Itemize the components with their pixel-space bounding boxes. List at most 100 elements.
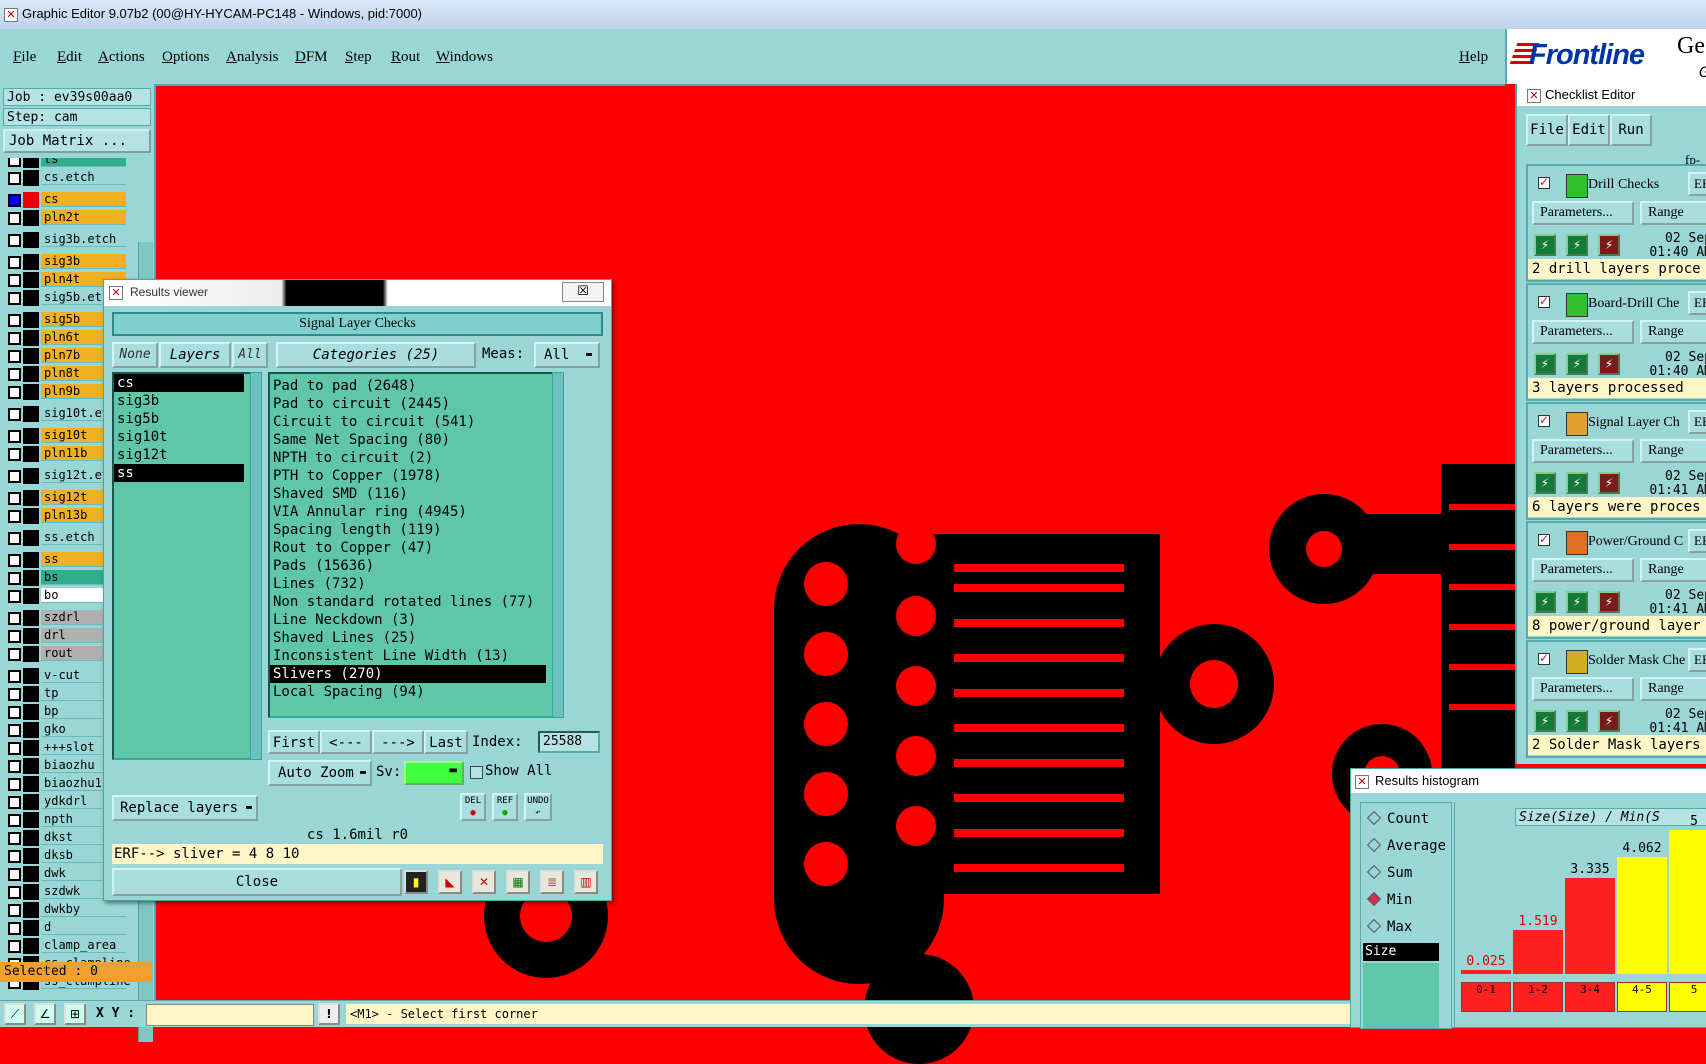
layer-row-sig3b[interactable]: sig3b xyxy=(3,254,139,270)
category-item[interactable]: Slivers (270) xyxy=(270,665,546,683)
layer-color-swatch[interactable] xyxy=(23,192,39,208)
stop-icon[interactable]: ⚡ xyxy=(1598,472,1620,494)
layer-checkbox[interactable] xyxy=(8,314,21,327)
histogram-icon[interactable]: ▥ xyxy=(574,870,598,894)
layer-checkbox[interactable] xyxy=(8,368,21,381)
menu-windows[interactable]: Windows xyxy=(436,49,493,66)
layer-color-swatch[interactable] xyxy=(23,330,39,346)
layer-items-list[interactable]: cs sig3b sig5b sig10t sig12t ss xyxy=(112,372,260,760)
all-button[interactable]: All xyxy=(232,342,268,368)
category-item[interactable]: Pad to circuit (2445) xyxy=(270,395,546,413)
bin-label[interactable]: 3-4 xyxy=(1565,982,1615,1012)
parameters-button[interactable]: Parameters... xyxy=(1532,201,1634,225)
layer-color-swatch[interactable] xyxy=(23,758,39,774)
layer-row-cs[interactable]: cs xyxy=(3,192,139,208)
none-button[interactable]: None xyxy=(112,342,158,368)
ce-menu-run[interactable]: Run xyxy=(1610,114,1652,146)
layer-checkbox[interactable] xyxy=(8,532,21,545)
layer-checkbox[interactable] xyxy=(8,940,21,953)
layer-checkbox[interactable] xyxy=(8,332,21,345)
layer-row-cs.etch[interactable]: cs.etch xyxy=(3,170,139,186)
layer-color-swatch[interactable] xyxy=(23,884,39,900)
alert-icon[interactable]: ! xyxy=(318,1003,340,1025)
stop-icon[interactable]: ⚡ xyxy=(1598,234,1620,256)
layer-checkbox[interactable] xyxy=(8,886,21,899)
layer-color-swatch[interactable] xyxy=(23,312,39,328)
close-button[interactable]: Close xyxy=(112,868,402,896)
index-input[interactable]: 25588 xyxy=(538,731,600,753)
layer-color-swatch[interactable] xyxy=(23,628,39,644)
layer-checkbox[interactable] xyxy=(8,688,21,701)
layer-color-swatch[interactable] xyxy=(23,406,39,422)
check-erf-tag[interactable]: EF xyxy=(1688,291,1706,315)
menu-file[interactable]: File xyxy=(13,49,36,66)
layer-item[interactable]: cs xyxy=(114,374,244,392)
layer-color-swatch[interactable] xyxy=(23,232,39,248)
snap-icon[interactable]: ⟋ xyxy=(4,1003,26,1025)
categories-scrollbar[interactable] xyxy=(552,372,564,718)
layer-color-swatch[interactable] xyxy=(23,610,39,626)
layer-checkbox[interactable] xyxy=(8,648,21,661)
layer-checkbox[interactable] xyxy=(8,430,21,443)
range-button[interactable]: Range xyxy=(1640,201,1706,225)
category-item[interactable]: Non standard rotated lines (77) xyxy=(270,593,546,611)
layer-checkbox[interactable] xyxy=(8,256,21,269)
category-item[interactable]: PTH to Copper (1978) xyxy=(270,467,546,485)
layer-color-swatch[interactable] xyxy=(23,348,39,364)
close-icon[interactable]: ☒ xyxy=(562,282,604,302)
menu-help[interactable]: Help xyxy=(1459,49,1488,66)
layer-color-swatch[interactable] xyxy=(23,902,39,918)
auto-zoom-select[interactable]: Auto Zoom ▬ xyxy=(268,760,372,786)
aggregate-option-count[interactable]: Count xyxy=(1366,810,1429,827)
table-icon[interactable]: ▦ xyxy=(506,870,530,894)
layer-color-swatch[interactable] xyxy=(23,428,39,444)
ce-menu-file[interactable]: File xyxy=(1526,114,1568,146)
range-button[interactable]: Range xyxy=(1640,439,1706,463)
histogram-bar[interactable] xyxy=(1669,829,1706,974)
category-item[interactable]: Line Neckdown (3) xyxy=(270,611,546,629)
check-enabled-checkbox[interactable]: ✓ xyxy=(1538,652,1550,665)
run-icon[interactable]: ⚡ xyxy=(1534,472,1556,494)
layer-checkbox[interactable] xyxy=(8,832,21,845)
aggregate-option-average[interactable]: Average xyxy=(1366,837,1446,854)
checklist-editor-titlebar[interactable]: ✕ Checklist Editor xyxy=(1517,84,1706,106)
layer-checkbox[interactable] xyxy=(8,448,21,461)
layer-row-pln2t[interactable]: pln2t xyxy=(3,210,139,226)
menu-step[interactable]: Step xyxy=(345,49,372,66)
layer-color-swatch[interactable] xyxy=(23,366,39,382)
sv-color-select[interactable]: ▬ xyxy=(404,761,464,785)
layer-color-swatch[interactable] xyxy=(23,794,39,810)
layer-checkbox[interactable] xyxy=(8,172,21,185)
layer-color-swatch[interactable] xyxy=(23,508,39,524)
refresh-button[interactable]: REF ● xyxy=(492,793,518,821)
layer-color-swatch[interactable] xyxy=(23,848,39,864)
category-item[interactable]: Shaved SMD (116) xyxy=(270,485,546,503)
layer-checkbox[interactable] xyxy=(8,670,21,683)
layer-color-swatch[interactable] xyxy=(23,490,39,506)
layer-checkbox[interactable] xyxy=(8,274,21,287)
first-button[interactable]: First xyxy=(268,730,320,754)
undo-button[interactable]: UNDO ↶ xyxy=(524,793,552,821)
run-icon[interactable]: ⚡ xyxy=(1566,710,1588,732)
histogram-bar[interactable] xyxy=(1513,930,1563,974)
layer-checkbox[interactable] xyxy=(8,492,21,505)
layer-color-swatch[interactable] xyxy=(23,158,39,168)
range-button[interactable]: Range xyxy=(1640,558,1706,582)
layer-color-swatch[interactable] xyxy=(23,384,39,400)
layer-checkbox[interactable] xyxy=(8,706,21,719)
range-button[interactable]: Range xyxy=(1640,320,1706,344)
layer-checkbox[interactable] xyxy=(8,386,21,399)
menu-rout[interactable]: Rout xyxy=(391,49,420,66)
check-enabled-checkbox[interactable]: ✓ xyxy=(1538,414,1550,427)
layer-checkbox[interactable] xyxy=(8,850,21,863)
layer-row-clamp_area[interactable]: clamp_area xyxy=(3,938,139,954)
show-all-checkbox[interactable] xyxy=(470,766,483,779)
layer-list-scrollbar[interactable] xyxy=(250,372,262,760)
parameters-button[interactable]: Parameters... xyxy=(1532,677,1634,701)
layer-item[interactable]: sig12t xyxy=(114,446,244,464)
run-icon[interactable]: ⚡ xyxy=(1566,353,1588,375)
layer-checkbox[interactable] xyxy=(8,510,21,523)
notes-icon[interactable]: ≣ xyxy=(540,870,564,894)
layer-color-swatch[interactable] xyxy=(23,210,39,226)
layer-checkbox[interactable] xyxy=(8,778,21,791)
